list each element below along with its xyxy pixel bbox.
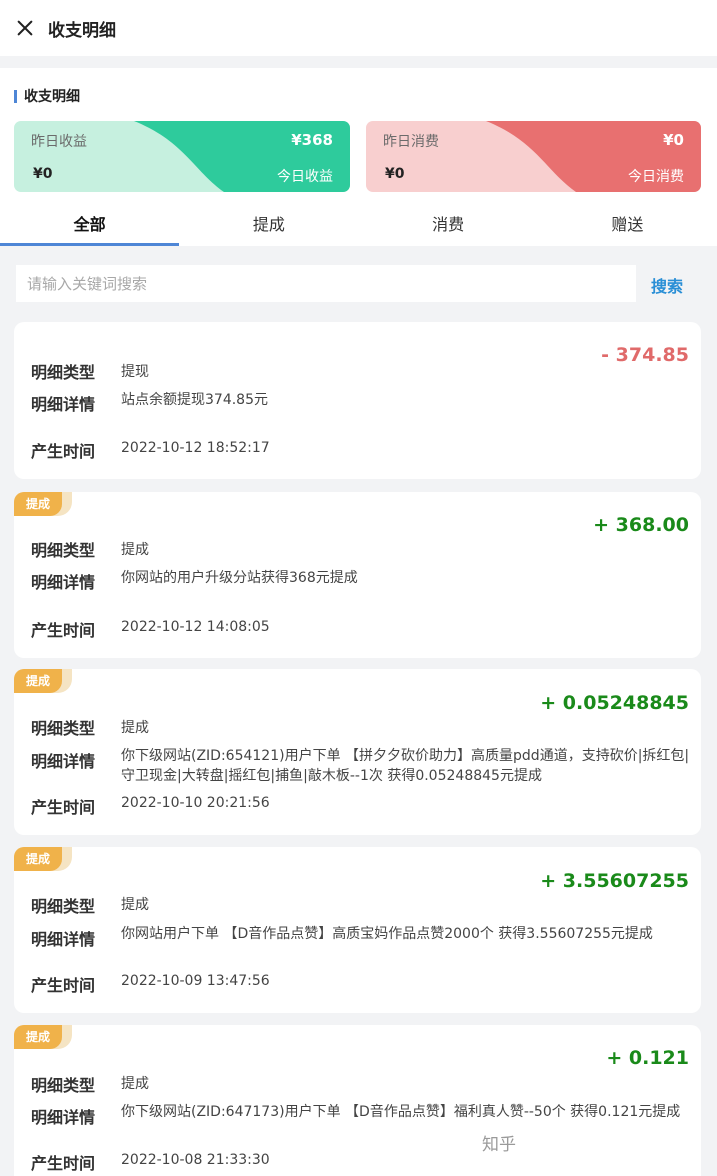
type-value: 提现 bbox=[121, 364, 149, 380]
record-amount: + 0.05248845 bbox=[540, 692, 689, 714]
time-value: 2022-10-10 20:21:56 bbox=[121, 795, 270, 811]
type-label: 明细类型 bbox=[31, 1076, 96, 1095]
badge-label: 提成 bbox=[14, 669, 62, 693]
income-card: 昨日收益 ¥0 ¥368 今日收益 bbox=[14, 121, 350, 192]
summary-panel: 收支明细 昨日收益 ¥0 ¥368 今日收益 昨日消费 ¥0 ¥0 今日消费 全… bbox=[0, 68, 717, 246]
detail-label: 明细详情 bbox=[31, 930, 96, 949]
detail-label: 明细详情 bbox=[31, 1108, 96, 1127]
today-expense-label: 今日消费 bbox=[628, 169, 684, 185]
watermark: 知乎 CHUANG LI SHU bbox=[482, 1118, 717, 1176]
badge-label: 提成 bbox=[14, 847, 62, 871]
record-amount: + 0.121 bbox=[606, 1047, 689, 1069]
record-amount: + 368.00 bbox=[593, 514, 689, 536]
tab-gift[interactable]: 赠送 bbox=[538, 203, 717, 246]
today-income-value: ¥368 bbox=[291, 131, 333, 149]
yesterday-income-value: ¥0 bbox=[33, 166, 53, 182]
type-label: 明细类型 bbox=[31, 363, 96, 382]
top-bar: 收支明细 bbox=[0, 0, 717, 56]
page-title: 收支明细 bbox=[48, 20, 116, 41]
type-value: 提成 bbox=[121, 720, 149, 736]
tab-all[interactable]: 全部 bbox=[0, 203, 180, 246]
time-value: 2022-10-08 21:33:30 bbox=[121, 1152, 270, 1168]
badge-label: 提成 bbox=[14, 492, 62, 516]
time-label: 产生时间 bbox=[31, 1154, 96, 1173]
record-amount: - 374.85 bbox=[601, 344, 689, 366]
type-label: 明细类型 bbox=[31, 719, 96, 738]
list-item: 提成 + 368.00 明细类型 提成 明细详情 你网站的用户升级分站获得368… bbox=[14, 492, 701, 658]
detail-label: 明细详情 bbox=[31, 573, 96, 592]
expense-card: 昨日消费 ¥0 ¥0 今日消费 bbox=[366, 121, 701, 192]
yesterday-income-label: 昨日收益 bbox=[31, 134, 87, 150]
type-label: 明细类型 bbox=[31, 541, 96, 560]
close-icon[interactable] bbox=[14, 17, 36, 39]
time-label: 产生时间 bbox=[31, 798, 96, 817]
type-value: 提成 bbox=[121, 897, 149, 913]
section-header: 收支明细 bbox=[14, 86, 80, 106]
filter-tabs: 全部 提成 消费 赠送 bbox=[0, 203, 717, 246]
type-value: 提成 bbox=[121, 542, 149, 558]
today-income-label: 今日收益 bbox=[277, 169, 333, 185]
detail-value: 站点余额提现374.85元 bbox=[121, 392, 268, 408]
today-expense-value: ¥0 bbox=[663, 131, 684, 149]
yesterday-expense-value: ¥0 bbox=[385, 166, 405, 182]
search-input[interactable] bbox=[16, 265, 636, 302]
yesterday-expense-label: 昨日消费 bbox=[383, 134, 439, 150]
detail-value: 你网站的用户升级分站获得368元提成 bbox=[121, 570, 358, 586]
badge-label: 提成 bbox=[14, 1025, 62, 1049]
list-item: 提成 + 3.55607255 明细类型 提成 明细详情 你网站用户下单 【D音… bbox=[14, 847, 701, 1013]
time-value: 2022-10-12 14:08:05 bbox=[121, 619, 270, 635]
record-amount: + 3.55607255 bbox=[540, 870, 689, 892]
detail-value: 你下级网站(ZID:654121)用户下单 【拼夕夕砍价助力】高质量pdd通道，… bbox=[121, 748, 690, 784]
time-value: 2022-10-09 13:47:56 bbox=[121, 973, 270, 989]
list-item: 提成 + 0.05248845 明细类型 提成 明细详情 你下级网站(ZID:6… bbox=[14, 669, 701, 835]
time-label: 产生时间 bbox=[31, 976, 96, 995]
tab-commission[interactable]: 提成 bbox=[179, 203, 358, 246]
commission-badge: 提成 bbox=[14, 492, 72, 516]
commission-badge: 提成 bbox=[14, 669, 72, 693]
section-accent-bar bbox=[14, 89, 17, 103]
time-value: 2022-10-12 18:52:17 bbox=[121, 440, 270, 456]
detail-label: 明细详情 bbox=[31, 395, 96, 414]
time-label: 产生时间 bbox=[31, 442, 96, 461]
tab-consumption[interactable]: 消费 bbox=[359, 203, 538, 246]
detail-value: 你网站用户下单 【D音作品点赞】高质宝妈作品点赞2000个 获得3.556072… bbox=[121, 926, 653, 942]
svg-text:CHUANG LI SHU: CHUANG LI SHU bbox=[568, 1120, 665, 1133]
type-label: 明细类型 bbox=[31, 897, 96, 916]
search-button[interactable]: 搜索 bbox=[651, 273, 683, 297]
type-value: 提成 bbox=[121, 1076, 149, 1092]
commission-badge: 提成 bbox=[14, 847, 72, 871]
section-title: 收支明细 bbox=[24, 89, 80, 105]
detail-label: 明细详情 bbox=[31, 752, 96, 771]
watermark-logo: CHUANG LI SHU bbox=[520, 1120, 692, 1166]
time-label: 产生时间 bbox=[31, 621, 96, 640]
list-item: - 374.85 明细类型 提现 明细详情 站点余额提现374.85元 产生时间… bbox=[14, 322, 701, 479]
commission-badge: 提成 bbox=[14, 1025, 72, 1049]
